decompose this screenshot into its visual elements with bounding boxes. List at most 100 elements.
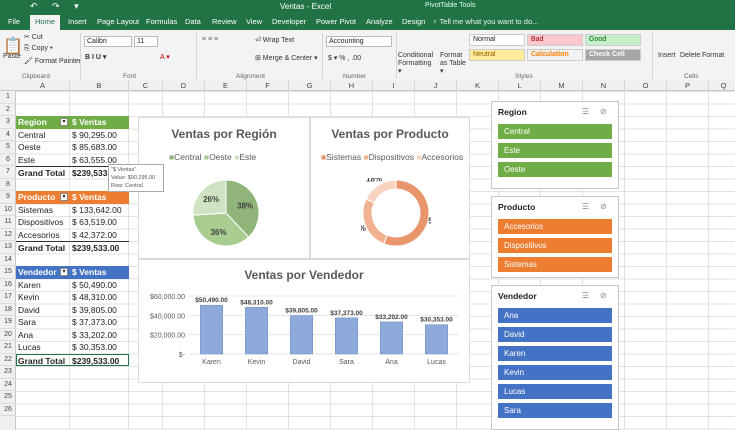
tab-design[interactable]: Design <box>402 17 425 26</box>
row-header[interactable]: 8 <box>0 179 16 191</box>
column-header[interactable]: E <box>205 80 247 91</box>
tab-data[interactable]: Data <box>185 17 201 26</box>
pivot-row-value[interactable]: $ 85,683.00 <box>72 141 129 154</box>
row-header[interactable]: 14 <box>0 254 16 266</box>
column-header[interactable]: F <box>247 80 289 91</box>
row-header[interactable]: 15 <box>0 266 16 279</box>
column-header[interactable]: G <box>289 80 331 91</box>
pivot-row-value[interactable]: $ 48,310.00 <box>72 291 129 304</box>
column-header[interactable]: I <box>373 80 415 91</box>
tab-home[interactable]: Home <box>30 15 61 30</box>
number-format-select[interactable]: Accounting <box>326 36 392 47</box>
tab-insert[interactable]: Insert <box>68 17 87 26</box>
column-header[interactable]: P <box>667 80 709 91</box>
row-header[interactable]: 26 <box>0 404 16 416</box>
pivot-row-value[interactable]: $ 37,373.00 <box>72 316 129 329</box>
align-icons[interactable]: ≡ ≡ ≡ <box>202 36 218 43</box>
tab-page-layout[interactable]: Page Layout <box>97 17 139 26</box>
column-header[interactable]: B <box>70 80 129 91</box>
row-header[interactable]: 17 <box>0 291 16 304</box>
insert-cells-button[interactable]: Insert <box>658 52 676 59</box>
row-header[interactable]: 10 <box>0 204 16 216</box>
pivot-row-label[interactable]: Ana <box>18 329 70 342</box>
style-calculation[interactable]: Calculation <box>527 49 583 61</box>
column-header[interactable]: K <box>457 80 499 91</box>
row-header[interactable]: 18 <box>0 304 16 316</box>
bar[interactable] <box>200 304 223 355</box>
pivot-row-label[interactable]: Lucas <box>18 341 70 354</box>
row-header[interactable]: 16 <box>0 279 16 291</box>
pivot-row-label[interactable]: Karen <box>18 279 70 292</box>
quick-access-toolbar[interactable]: ↶ ↷ ▾ <box>30 1 85 12</box>
row-header[interactable]: 24 <box>0 379 16 391</box>
slicer-item[interactable]: Karen <box>498 346 612 361</box>
row-header[interactable]: 13 <box>0 241 16 254</box>
filter-dropdown-icon[interactable]: ▾ <box>60 268 68 276</box>
row-header[interactable]: 2 <box>0 104 16 116</box>
pivot-header[interactable]: $ Ventas <box>70 191 129 204</box>
pivot-row-label[interactable]: Este <box>18 154 70 167</box>
pivot-row-label[interactable]: Oeste <box>18 141 70 154</box>
column-header[interactable]: O <box>625 80 667 91</box>
column-header[interactable]: N <box>583 80 625 91</box>
column-header[interactable]: L <box>499 80 541 91</box>
row-header[interactable]: 23 <box>0 366 16 379</box>
tab-review[interactable]: Review <box>212 17 237 26</box>
column-header[interactable]: Q <box>709 80 735 91</box>
pivot-row-label[interactable]: Accesorios <box>18 229 70 242</box>
font-size-select[interactable]: 11 <box>134 36 158 47</box>
bar[interactable] <box>245 307 268 355</box>
multi-select-icon[interactable]: ☰ <box>582 291 589 300</box>
column-header[interactable]: H <box>331 80 373 91</box>
font-name-select[interactable]: Calibri <box>84 36 132 47</box>
row-header[interactable]: 22 <box>0 354 16 366</box>
tab-power-pivot[interactable]: Power Pivot <box>316 17 356 26</box>
style-bad[interactable]: Bad <box>527 34 583 46</box>
active-cell[interactable] <box>16 353 129 366</box>
row-header[interactable]: 9 <box>0 191 16 204</box>
copy-button[interactable]: ⎘ Copy ▾ <box>24 45 53 53</box>
tab-developer[interactable]: Developer <box>272 17 306 26</box>
row-header[interactable]: 21 <box>0 341 16 354</box>
font-color-icon[interactable]: A ▾ <box>160 53 170 61</box>
bar[interactable] <box>380 321 403 355</box>
tab-file[interactable]: File <box>8 17 20 26</box>
tell-me-search[interactable]: ♀ Tell me what you want to do... <box>432 17 538 26</box>
slicer-item[interactable]: Ana <box>498 308 612 323</box>
slicer-item[interactable]: Sistemas <box>498 257 612 272</box>
format-cells-button[interactable]: Format <box>702 52 724 59</box>
row-header[interactable]: 11 <box>0 216 16 229</box>
slicer-item[interactable]: Accesorios <box>498 219 612 234</box>
tab-analyze[interactable]: Analyze <box>366 17 393 26</box>
pivot-row-label[interactable]: Sistemas <box>18 204 70 217</box>
bar[interactable] <box>290 315 313 355</box>
pivot-row-value[interactable]: $ 50,490.00 <box>72 279 129 292</box>
font-style-buttons[interactable]: B I U ▾ <box>85 53 106 61</box>
tab-formulas[interactable]: Formulas <box>146 17 177 26</box>
slicer-item[interactable]: Kevin <box>498 365 612 380</box>
pivot-row-label[interactable]: David <box>18 304 70 317</box>
slicer-item[interactable]: Sara <box>498 403 612 418</box>
pivot-row-label[interactable]: Central <box>18 129 70 142</box>
pivot-row-value[interactable]: $ 33,202.00 <box>72 329 129 342</box>
row-header[interactable]: 1 <box>0 91 16 104</box>
pivot-row-value[interactable]: $ 39,805.00 <box>72 304 129 317</box>
slicer-item[interactable]: Central <box>498 124 612 139</box>
pie-slice[interactable] <box>362 198 388 245</box>
pivot-header[interactable]: $ Ventas <box>70 116 129 129</box>
slicer-item[interactable]: Dispositivos <box>498 238 612 253</box>
column-header[interactable]: M <box>541 80 583 91</box>
clear-filter-icon[interactable]: ⊘ <box>600 291 607 300</box>
clear-filter-icon[interactable]: ⊘ <box>600 107 607 116</box>
slicer-item[interactable]: Lucas <box>498 384 612 399</box>
slicer-vendedor[interactable]: Vendedor ☰ ⊘ Ana David Karen Kevin Lucas Sara <box>491 285 619 430</box>
format-as-table-button[interactable]: Format as Table ▾ <box>440 52 466 76</box>
row-header[interactable]: 12 <box>0 229 16 241</box>
row-header[interactable]: 20 <box>0 329 16 341</box>
row-header[interactable]: 7 <box>0 166 16 179</box>
bar[interactable] <box>335 317 358 355</box>
product-chart[interactable]: Ventas por Producto ■Sistemas ■Dispositi… <box>310 117 470 259</box>
row-header[interactable]: 5 <box>0 141 16 154</box>
column-header[interactable]: C <box>129 80 163 91</box>
pivot-grand-total-label[interactable]: Grand Total <box>16 241 70 254</box>
